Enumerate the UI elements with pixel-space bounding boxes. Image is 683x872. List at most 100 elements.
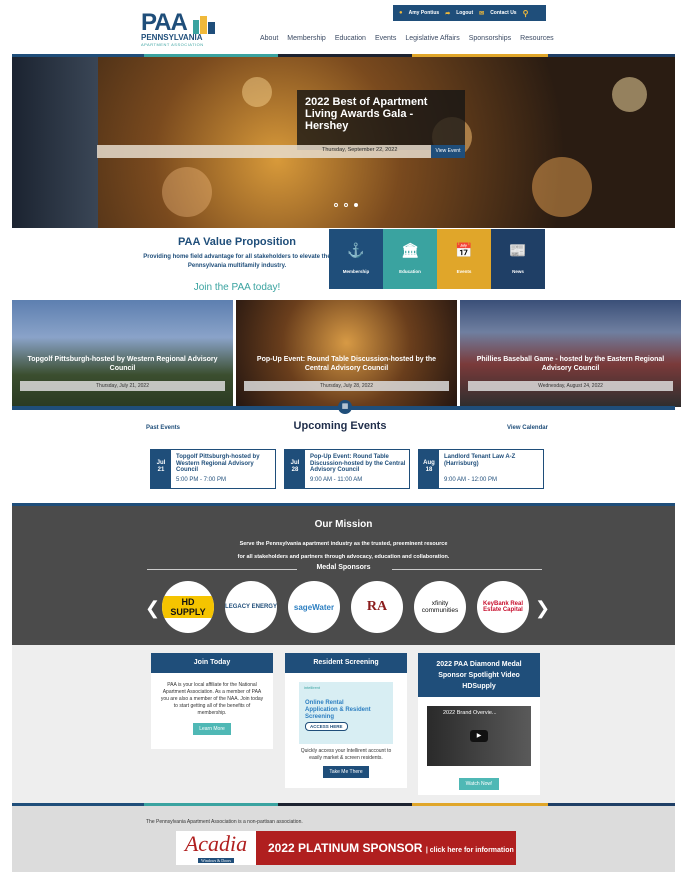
event-card[interactable]: Pop-Up Event: Round Table Discussion-hos… (236, 300, 457, 407)
hero-date: Thursday, September 22, 2022 (322, 147, 398, 153)
event-card-date: Thursday, July 21, 2022 (20, 381, 225, 391)
upcoming-event[interactable]: Jul 21 Topgolf Pittsburgh-hosted by Weste… (150, 449, 276, 489)
view-calendar-link[interactable]: View Calendar (507, 425, 548, 431)
event-card[interactable]: Phillies Baseball Game - hosted by the E… (460, 300, 681, 407)
join-link[interactable]: Join the PAA today! (137, 282, 337, 293)
event-time: 9:00 AM - 11:00 AM (310, 477, 363, 483)
sponsor-name: xfinity communities (421, 600, 459, 614)
sponsor-logo-xfinity[interactable]: xfinity communities (414, 581, 466, 633)
hero-caption-box: 2022 Best of Apartment Living Awards Gal… (297, 90, 465, 150)
institution-icon: 🏛 (401, 242, 419, 258)
logo-tagline: APARTMENT ASSOCIATION (141, 42, 204, 47)
video-box-title: 2022 PAA Diamond Medal Sponsor Spotlight… (418, 653, 540, 697)
buildings-icon (193, 16, 215, 34)
mission-line: for all stakeholders and partners throug… (237, 554, 450, 560)
event-day: 28 (291, 467, 299, 473)
hero-slider[interactable]: 2022 Best of Apartment Living Awards Gal… (12, 57, 675, 228)
learn-more-button[interactable]: Learn More (193, 723, 231, 735)
nav-education[interactable]: Education (335, 35, 366, 42)
access-here-button[interactable]: ACCESS HERE (305, 722, 348, 731)
nav-events[interactable]: Events (375, 35, 396, 42)
event-time: 5:00 PM - 7:00 PM (176, 477, 227, 483)
nav-resources[interactable]: Resources (520, 35, 553, 42)
sponsor-logo-ra[interactable]: RA (351, 581, 403, 633)
calendar-icon: 📅 (455, 242, 473, 258)
event-card[interactable]: Topgolf Pittsburgh-hosted by Western Reg… (12, 300, 233, 407)
nav-sponsorships[interactable]: Sponsorships (469, 35, 511, 42)
event-title: Topgolf Pittsburgh-hosted by Western Reg… (176, 454, 260, 473)
mission-section: Our Mission Serve the Pennsylvania apart… (12, 503, 675, 645)
sponsor-name: KeyBank Real Estate Capital (482, 601, 524, 613)
tile-news[interactable]: 📰 News (491, 229, 545, 289)
video-player[interactable]: 2022 Brand Overvie... ▶ (427, 706, 531, 766)
logout-link[interactable]: Logout (456, 10, 473, 16)
bokeh-light (612, 77, 647, 112)
tile-label: Membership (342, 269, 370, 274)
intellirent-brand: intellirent (304, 685, 321, 690)
slider-dot-active[interactable] (354, 203, 358, 207)
upcoming-event[interactable]: Aug 18 Landlord Tenant Law A-Z (Harrisbur… (418, 449, 544, 489)
user-name-link[interactable]: Amy Pontius (409, 10, 440, 16)
view-event-button[interactable]: View Event (431, 145, 465, 158)
watch-now-button[interactable]: Watch Now! (459, 778, 499, 790)
event-month: Jul (290, 460, 300, 466)
resident-screening-title: Resident Screening (285, 653, 407, 673)
tile-education[interactable]: 🏛 Education (383, 229, 437, 289)
sponsor-logo-hdsupply[interactable]: HD SUPPLY (162, 581, 214, 633)
chevron-left-icon[interactable]: ❮ (145, 598, 160, 619)
event-month: Aug (423, 460, 435, 466)
take-me-there-button[interactable]: Take Me There (323, 766, 369, 778)
nav-about[interactable]: About (260, 35, 278, 42)
acadia-sub: Windows & Doors (198, 858, 235, 863)
chevron-right-icon[interactable]: ❯ (535, 598, 550, 619)
slider-dot[interactable] (334, 203, 338, 207)
tile-events[interactable]: 📅 Events (437, 229, 491, 289)
nonpartisan-note: The Pennsylvania Apartment Association i… (146, 819, 303, 825)
video-box: 2022 PAA Diamond Medal Sponsor Spotlight… (418, 653, 540, 795)
hero-title: 2022 Best of Apartment Living Awards Gal… (305, 96, 428, 132)
nav-membership[interactable]: Membership (287, 35, 326, 42)
upcoming-event[interactable]: Jul 28 Pop-Up Event: Round Table Discussi… (284, 449, 410, 489)
sponsor-name: RA (366, 599, 388, 614)
event-day: 18 (425, 467, 433, 473)
intellirent-ad[interactable]: intellirent Online Rental Application & … (299, 682, 393, 744)
event-date-badge: Jul 21 (151, 450, 171, 488)
tile-membership[interactable]: ⚓ Membership (329, 229, 383, 289)
event-title: Landlord Tenant Law A-Z (Harrisburg) (444, 454, 516, 467)
event-time: 9:00 AM - 12:00 PM (444, 477, 498, 483)
slider-dots (334, 203, 358, 207)
event-card-date: Wednesday, August 24, 2022 (468, 381, 673, 391)
platinum-sponsor-banner[interactable]: Acadia Windows & Doors 2022 PLATINUM SPO… (176, 831, 516, 865)
contact-link[interactable]: Contact Us (490, 10, 516, 16)
sponsor-logo-sagewater[interactable]: sageWater (288, 581, 340, 633)
sponsor-logo-legacy[interactable]: LEGACY ENERGY (225, 581, 277, 633)
value-prop-text: Providing home field advantage for all s… (143, 254, 331, 269)
nav-legislative-affairs[interactable]: Legislative Affairs (405, 35, 459, 42)
intellirent-headline: Online Rental Application & Resident Scr… (305, 700, 371, 720)
slider-dot[interactable] (344, 203, 348, 207)
event-date-badge: Jul 28 (285, 450, 305, 488)
play-icon[interactable]: ▶ (470, 730, 488, 742)
sponsor-logo-keybank[interactable]: KeyBank Real Estate Capital (477, 581, 529, 633)
acadia-logo: Acadia Windows & Doors (176, 831, 256, 865)
banner-link[interactable]: click here for information (430, 847, 514, 854)
mission-line: Serve the Pennsylvania apartment industr… (239, 541, 448, 547)
logout-icon: ➦ (445, 10, 451, 17)
sponsor-name: HD SUPPLY (162, 596, 214, 618)
acadia-name: Acadia (184, 831, 248, 856)
main-nav: About Membership Education Events Legisl… (260, 35, 554, 42)
user-icon: ● (399, 10, 403, 16)
tile-label: Education (399, 269, 421, 274)
past-events-link[interactable]: Past Events (146, 425, 180, 431)
value-prop-title: PAA Value Proposition (178, 236, 296, 248)
mission-title: Our Mission (314, 519, 373, 530)
join-today-title: Join Today (151, 653, 273, 673)
hero-person-image (12, 57, 98, 228)
sponsor-name: sageWater (293, 602, 335, 612)
hero-date-bar: Thursday, September 22, 2022 View Event (97, 145, 465, 158)
event-card-title: Topgolf Pittsburgh-hosted by Western Reg… (27, 356, 218, 372)
bokeh-light (532, 157, 592, 217)
banner-text: 2022 PLATINUM SPONSOR | click here for i… (268, 841, 514, 855)
search-icon[interactable]: ⚲ (523, 9, 529, 18)
paa-logo[interactable]: PAA PENNSYLVANIA APARTMENT ASSOCIATION (141, 11, 231, 52)
